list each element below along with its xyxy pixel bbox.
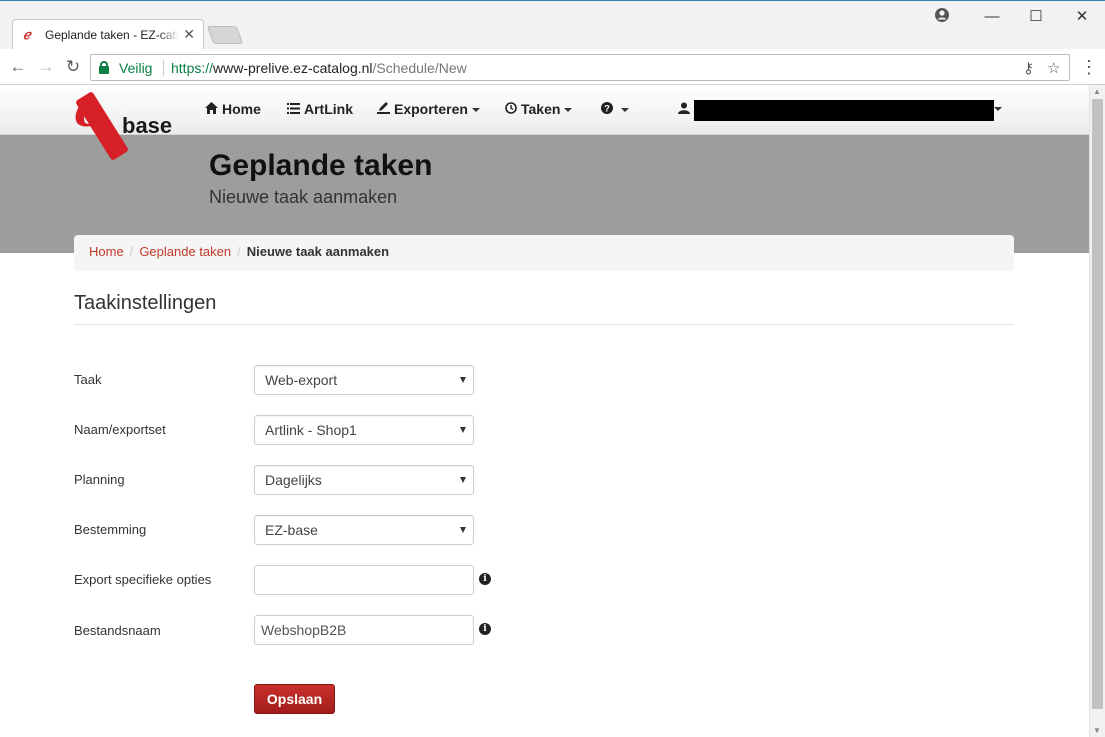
page-scrollbar[interactable]: ▲ ▼ [1089, 85, 1105, 737]
browser-tab[interactable]: ℯ Geplande taken - EZ-catalog ✕ [12, 19, 204, 49]
scroll-down-icon[interactable]: ▼ [1093, 726, 1101, 735]
taak-select[interactable]: Web-export [254, 365, 474, 395]
lock-icon [99, 61, 109, 74]
close-tab-icon[interactable]: ✕ [183, 26, 195, 42]
page-viewport: Home ArtLink Exporteren Taken ? e base G… [0, 85, 1089, 737]
naam-value: Artlink - Shop1 [265, 422, 357, 438]
chevron-down-icon [564, 108, 573, 113]
logo-word: base [122, 113, 173, 138]
save-button[interactable]: Opslaan [254, 684, 335, 714]
new-tab-button[interactable] [206, 26, 244, 44]
bestemming-select[interactable]: EZ-base [254, 515, 474, 545]
nav-help[interactable]: ? [601, 101, 629, 117]
planning-value: Dagelijks [265, 472, 322, 488]
address-bar: ← → ↻ Veilig https://www-prelive.ez-cata… [0, 49, 1105, 85]
dropdown-arrow-icon [460, 477, 466, 483]
help-icon: ? [601, 102, 613, 117]
logo-letter: e [74, 85, 104, 137]
browser-chrome: ℯ Geplande taken - EZ-catalog ✕ — ☐ ✕ ← … [0, 0, 1105, 85]
chevron-down-icon [471, 108, 480, 113]
naam-label: Naam/exportset [74, 422, 166, 437]
planning-label: Planning [74, 472, 125, 487]
reload-icon[interactable]: ↻ [63, 57, 83, 77]
ez-base-logo[interactable]: e base [72, 85, 173, 161]
secure-label: Veilig [119, 60, 153, 76]
dropdown-arrow-icon [460, 427, 466, 433]
export-options-input[interactable] [254, 565, 474, 595]
home-icon [205, 102, 218, 117]
window-close-icon[interactable]: ✕ [1072, 7, 1092, 27]
breadcrumb-geplande-taken[interactable]: Geplande taken [139, 244, 231, 259]
dropdown-arrow-icon [460, 377, 466, 383]
breadcrumb-divider: / [129, 244, 134, 259]
page-subtitle: Nieuwe taak aanmaken [209, 187, 398, 207]
key-icon[interactable]: ⚷ [1023, 59, 1034, 77]
bestandsnaam-label: Bestandsnaam [74, 623, 161, 638]
opties-label: Export specifieke opties [74, 572, 212, 587]
info-icon[interactable]: i [479, 573, 491, 585]
planning-select[interactable]: Dagelijks [254, 465, 474, 495]
breadcrumb-divider: / [237, 244, 241, 259]
url-text: https://www-prelive.ez-catalog.nl/Schedu… [171, 60, 467, 76]
svg-text:?: ? [604, 104, 610, 114]
chevron-down-icon [994, 107, 1002, 112]
form-legend: Taakinstellingen [74, 292, 1014, 325]
breadcrumb-home[interactable]: Home [89, 244, 124, 259]
scroll-up-icon[interactable]: ▲ [1093, 87, 1101, 96]
nav-artlink[interactable]: ArtLink [287, 101, 353, 117]
bestemming-value: EZ-base [265, 522, 318, 538]
clock-icon [505, 102, 517, 117]
tab-title: Geplande taken - EZ-catalog [45, 28, 179, 42]
chevron-down-icon [621, 108, 629, 113]
breadcrumb-current: Nieuwe taak aanmaken [246, 244, 390, 259]
forward-icon[interactable]: → [36, 57, 56, 77]
bestemming-label: Bestemming [74, 522, 147, 537]
export-icon [377, 102, 390, 117]
scroll-thumb[interactable] [1092, 99, 1103, 709]
omnibox-divider [163, 60, 164, 76]
nav-home[interactable]: Home [205, 101, 261, 117]
user-icon[interactable] [678, 101, 690, 117]
nav-exporteren[interactable]: Exporteren [377, 101, 480, 117]
user-menu-caret[interactable] [990, 100, 1002, 116]
info-icon[interactable]: i [479, 623, 491, 635]
minimize-icon[interactable]: — [982, 7, 1002, 27]
taak-label: Taak [74, 372, 102, 387]
bookmark-star-icon[interactable]: ☆ [1047, 59, 1060, 77]
naam-exportset-select[interactable]: Artlink - Shop1 [254, 415, 474, 445]
bestandsnaam-input[interactable] [254, 615, 474, 645]
favicon-icon: ℯ [23, 27, 31, 42]
dropdown-arrow-icon [460, 527, 466, 533]
taak-value: Web-export [265, 372, 338, 388]
list-icon [287, 102, 300, 117]
breadcrumb: Home / Geplande taken / Nieuwe taak aanmaken [74, 235, 1014, 271]
url-input[interactable]: Veilig https://www-prelive.ez-catalog.nl… [90, 54, 1070, 81]
nav-taken[interactable]: Taken [505, 101, 573, 117]
back-icon[interactable]: ← [8, 57, 28, 77]
maximize-icon[interactable]: ☐ [1026, 7, 1046, 27]
browser-menu-icon[interactable]: ⋮ [1080, 57, 1098, 77]
page-title: Geplande taken [209, 149, 433, 182]
user-menu-redacted[interactable] [694, 100, 994, 121]
tab-strip: ℯ Geplande taken - EZ-catalog ✕ — ☐ ✕ [0, 1, 1105, 49]
profile-icon[interactable] [932, 7, 952, 27]
